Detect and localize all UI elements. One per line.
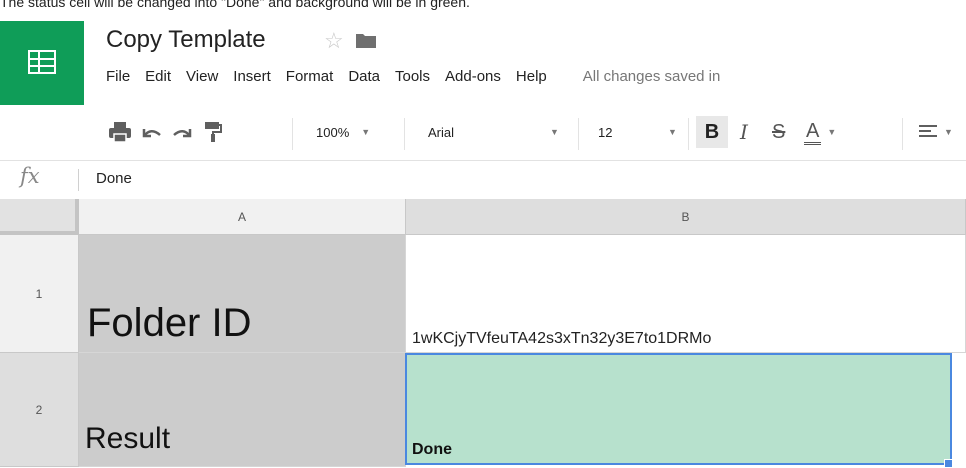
fx-icon: fx	[20, 164, 40, 188]
chevron-down-icon: ▼	[944, 127, 953, 137]
menu-view[interactable]: View	[186, 66, 218, 88]
save-status[interactable]: All changes saved in	[583, 66, 721, 88]
redo-button[interactable]	[172, 108, 194, 156]
strikethrough-button[interactable]: S	[772, 108, 785, 156]
zoom-value: 100%	[316, 124, 350, 140]
chevron-down-icon: ▼	[827, 127, 837, 137]
undo-icon	[142, 129, 161, 138]
row-header-1[interactable]: 1	[0, 235, 79, 353]
menu-insert[interactable]: Insert	[233, 66, 271, 88]
menu-help[interactable]: Help	[516, 66, 547, 88]
select-all-corner[interactable]	[0, 199, 79, 235]
menu-bar: File Edit View Insert Format Data Tools …	[106, 66, 720, 88]
bold-button[interactable]: B	[696, 108, 728, 156]
folder-icon[interactable]	[355, 32, 377, 54]
paint-format-button[interactable]	[204, 108, 222, 156]
menu-file[interactable]: File	[106, 66, 130, 88]
paint-format-icon	[205, 122, 222, 142]
bold-icon: B	[704, 120, 720, 143]
font-size-value: 12	[598, 124, 613, 140]
chevron-down-icon: ▼	[668, 127, 677, 137]
sheets-grid-icon	[28, 50, 56, 74]
sheets-logo[interactable]	[0, 21, 84, 105]
align-left-icon	[919, 125, 937, 137]
column-header-b[interactable]: B	[406, 199, 966, 235]
print-icon	[109, 122, 131, 143]
undo-button[interactable]	[140, 108, 162, 156]
italic-icon: I	[740, 120, 748, 144]
cell-b1-text: 1wKCjyTVfeuTA42s3xTn32y3E7to1DRMo	[412, 330, 712, 347]
formula-input[interactable]: Done	[96, 170, 132, 187]
formula-bar: fx Done	[0, 160, 966, 200]
cell-b2-text: Done	[412, 441, 452, 458]
font-family-select[interactable]: Arial ▼	[428, 108, 559, 156]
menu-tools[interactable]: Tools	[395, 66, 430, 88]
cell-a2[interactable]: Result	[79, 353, 406, 467]
menu-data[interactable]: Data	[348, 66, 380, 88]
chevron-down-icon: ▼	[550, 127, 559, 137]
star-icon[interactable]: ☆	[324, 27, 344, 55]
cell-b2-active[interactable]: Done	[405, 353, 952, 465]
align-button[interactable]: ▼	[918, 108, 953, 156]
row-header-2[interactable]: 2	[0, 353, 79, 467]
caption-text: The status cell will be changed into "Do…	[0, 0, 470, 10]
menu-addons[interactable]: Add-ons	[445, 66, 501, 88]
zoom-select[interactable]: 100% ▼	[316, 108, 370, 156]
chevron-down-icon: ▼	[361, 127, 371, 137]
column-header-a[interactable]: A	[79, 199, 406, 235]
cell-a1[interactable]: Folder ID	[79, 235, 406, 353]
cell-b1[interactable]: 1wKCjyTVfeuTA42s3xTn32y3E7to1DRMo	[406, 235, 966, 353]
strikethrough-icon: S	[772, 120, 786, 143]
font-size-select[interactable]: 12 ▼	[598, 108, 677, 156]
cell-a1-text: Folder ID	[87, 301, 252, 345]
font-family-value: Arial	[428, 124, 455, 140]
menu-edit[interactable]: Edit	[145, 66, 171, 88]
text-color-button[interactable]: A ▼	[804, 108, 836, 156]
toolbar: 100% ▼ Arial ▼ 12 ▼ B I S A ▼ ▼	[0, 108, 966, 156]
cell-a2-text: Result	[85, 422, 171, 455]
text-color-icon: A	[804, 120, 822, 145]
italic-button[interactable]: I	[740, 108, 748, 156]
spreadsheet-grid: A B 1 Folder ID 1wKCjyTVfeuTA42s3xTn32y3…	[0, 199, 966, 468]
print-button[interactable]	[108, 108, 132, 156]
redo-icon	[173, 129, 192, 138]
menu-format[interactable]: Format	[286, 66, 334, 88]
document-title[interactable]: Copy Template	[106, 24, 266, 56]
